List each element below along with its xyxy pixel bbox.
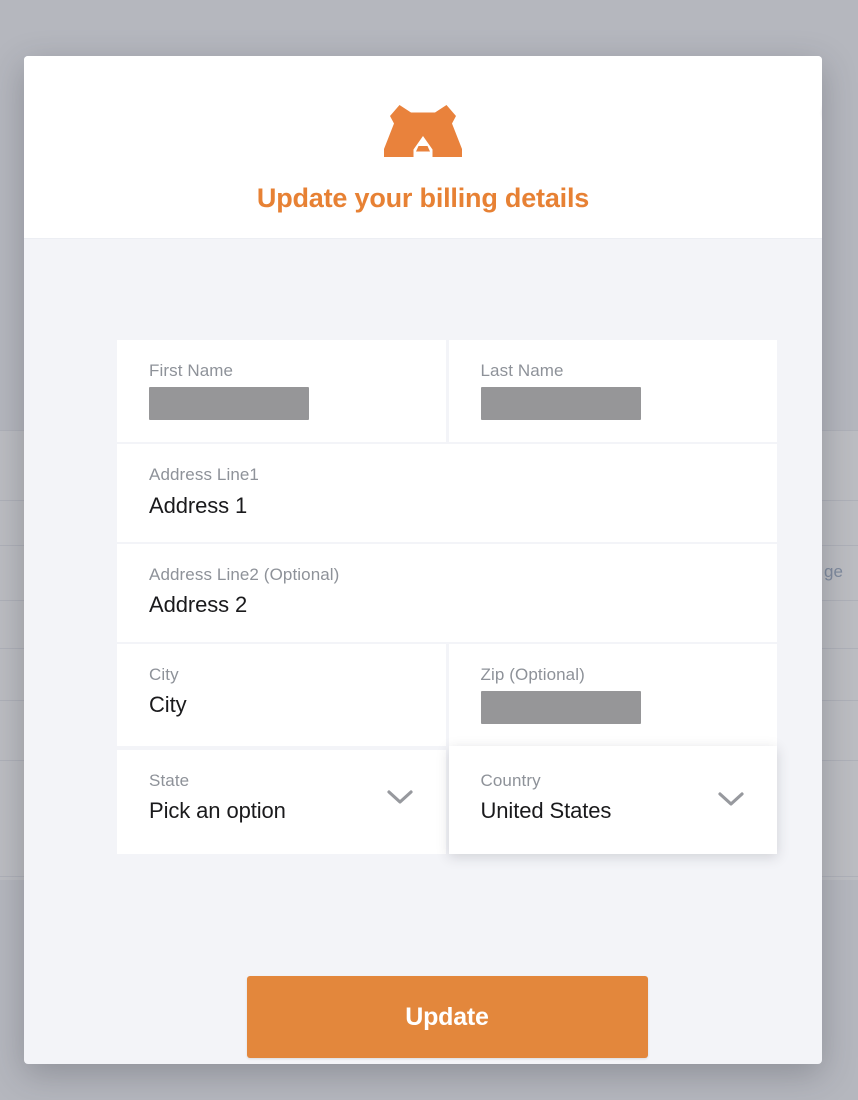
select-value-state[interactable]: Pick an option — [149, 797, 386, 826]
input-value-address-line-1[interactable]: Address 1 — [149, 492, 745, 521]
field-texts: Last Name — [480, 360, 746, 421]
field-label-state: State — [149, 771, 190, 791]
field-label-last-name: Last Name — [480, 361, 564, 380]
input-value-city[interactable]: City — [149, 691, 414, 720]
field-label-country: Country — [480, 771, 541, 791]
modal-header: Update your billing details — [24, 56, 822, 239]
house-gate-logo-icon — [384, 105, 462, 157]
field-first-name[interactable]: First Name — [117, 340, 446, 443]
field-address-line-2[interactable]: Address Line2 (Optional) Address 2 — [117, 544, 777, 642]
field-label-address-line-2: Address Line2 (Optional) — [149, 565, 340, 585]
field-texts: City City — [149, 664, 414, 720]
field-row: State Pick an option Country United States — [117, 746, 777, 855]
field-label-zip: Zip (Optional) — [480, 664, 585, 684]
select-value-country[interactable]: United States — [481, 797, 718, 826]
field-city[interactable]: City City — [117, 643, 446, 747]
redacted-value-first-name[interactable] — [149, 387, 309, 421]
field-address-line-1[interactable]: Address Line1 Address 1 — [117, 444, 777, 543]
field-texts: Zip (Optional) — [480, 664, 746, 725]
field-row: First Name Last Name — [117, 340, 777, 443]
redacted-value-last-name[interactable] — [480, 387, 641, 421]
field-label-city: City — [149, 664, 179, 684]
redacted-value-zip[interactable] — [480, 691, 641, 725]
form-grid: First Name Last Name Address Line1 Address … — [117, 340, 777, 856]
field-country[interactable]: Country United States — [448, 746, 777, 855]
field-zip[interactable]: Zip (Optional) — [448, 643, 777, 747]
field-texts: Address Line2 (Optional) Address 2 — [149, 564, 745, 620]
field-row: Address Line1 Address 1 — [117, 444, 777, 543]
billing-details-modal: Update your billing details First Name La… — [24, 56, 822, 1064]
input-value-address-line-2[interactable]: Address 2 — [149, 591, 745, 620]
page-title: Update your billing details — [256, 183, 590, 213]
field-label-first-name: First Name — [149, 361, 234, 380]
field-row: Address Line2 (Optional) Address 2 — [117, 544, 777, 642]
update-button[interactable]: Update — [246, 976, 648, 1058]
field-last-name[interactable]: Last Name — [448, 340, 777, 443]
field-state[interactable]: State Pick an option — [117, 750, 446, 855]
field-texts: Address Line1 Address 1 — [149, 464, 745, 520]
chevron-down-icon[interactable] — [717, 790, 745, 808]
field-label-address-line-1: Address Line1 — [149, 465, 259, 485]
field-row: City City Zip (Optional) — [117, 643, 777, 747]
field-texts: First Name — [149, 360, 414, 421]
chevron-down-icon[interactable] — [386, 788, 414, 806]
field-texts: State Pick an option — [149, 770, 386, 826]
modal-footer: Update — [48, 976, 822, 1058]
field-texts: Country United States — [481, 770, 718, 826]
